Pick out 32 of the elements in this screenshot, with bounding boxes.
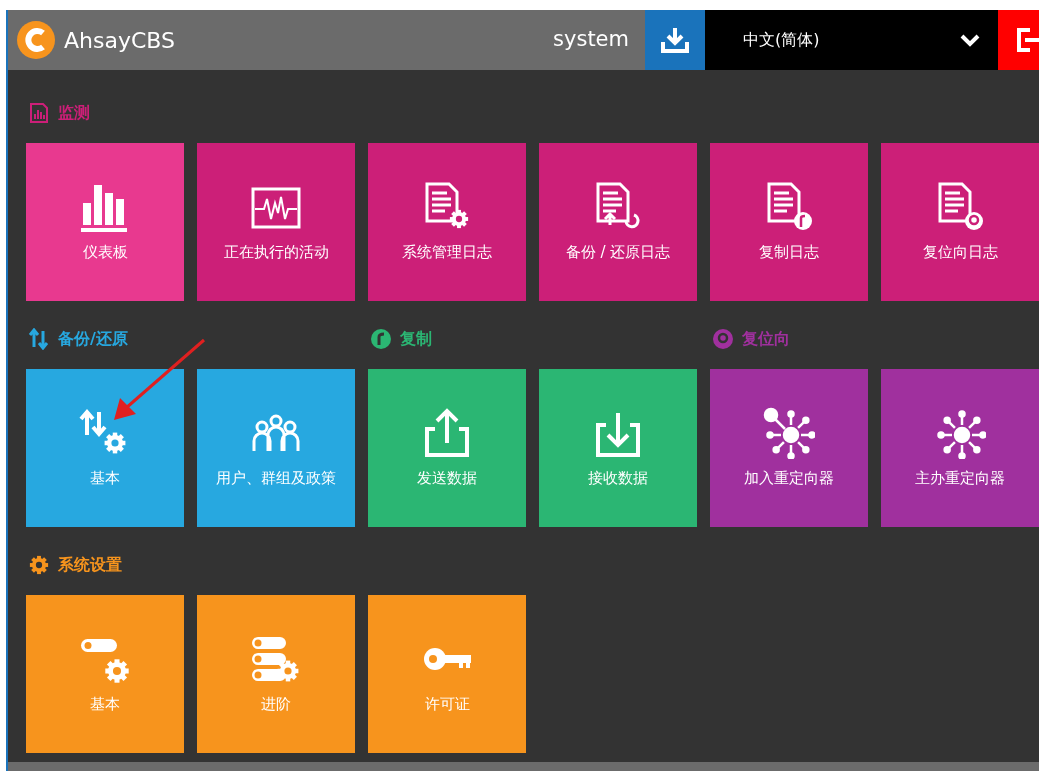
chevron-down-icon [960, 33, 980, 47]
menu-tile[interactable]: 主办重定向器 [881, 369, 1039, 527]
section-heading: 复制 [400, 328, 432, 350]
menu-tile[interactable]: 发送数据 [368, 369, 526, 527]
menu-tile[interactable]: 复制日志 [710, 143, 868, 301]
up-down-arrows-icon [28, 328, 50, 350]
menu-tile[interactable]: 基本 [26, 369, 184, 527]
section-heading: 监测 [58, 102, 90, 124]
logo-icon [16, 20, 56, 60]
menu-tile[interactable]: 系统管理日志 [368, 143, 526, 301]
download-icon [661, 26, 689, 54]
section-heading: 复位向 [742, 328, 790, 350]
report-icon [28, 102, 50, 124]
section-heading: 备份/还原 [58, 328, 128, 350]
menu-tile[interactable]: 用户、群组及政策 [197, 369, 355, 527]
brand-name: AhsayCBS [64, 26, 175, 55]
circle-badge-icon [370, 328, 392, 350]
menu-tile[interactable]: 备份 / 还原日志 [539, 143, 697, 301]
logout-button[interactable] [998, 10, 1039, 70]
network-hub-icon [763, 406, 815, 459]
user-name: system [553, 26, 629, 54]
menu-tile[interactable]: 加入重定向器 [710, 369, 868, 527]
section-heading: 系统设置 [58, 554, 122, 576]
menu-tile[interactable]: 接收数据 [539, 369, 697, 527]
language-dropdown[interactable]: 中文(简体) [705, 10, 998, 70]
menu-tile[interactable]: 正在执行的活动 [197, 143, 355, 301]
logout-icon [1016, 27, 1039, 53]
menu-tile[interactable]: 仪表板 [26, 143, 184, 301]
gear-icon [28, 554, 50, 576]
circle-badge-icon [712, 328, 734, 350]
menu-tile[interactable]: 复位向日志 [881, 143, 1039, 301]
download-button[interactable] [645, 10, 705, 70]
